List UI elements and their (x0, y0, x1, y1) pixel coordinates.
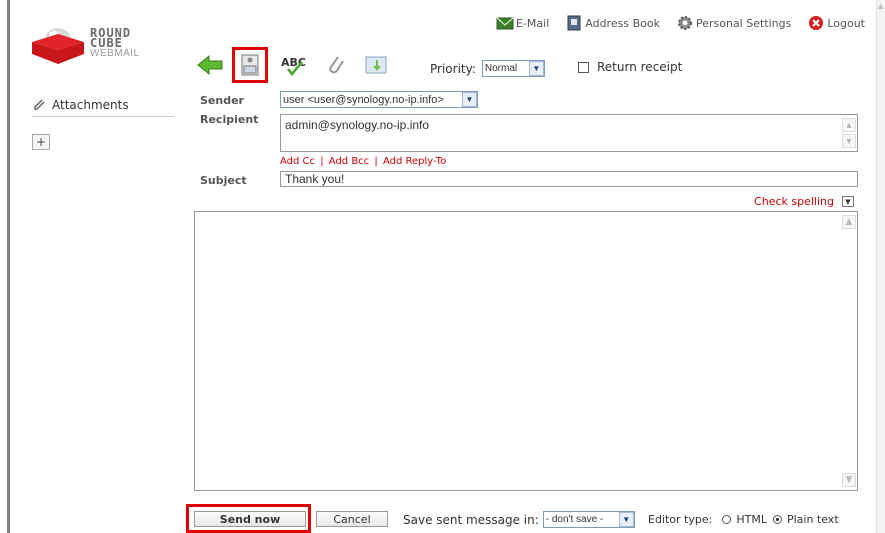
scroll-down-icon[interactable]: ▼ (842, 134, 856, 148)
return-receipt-control: Return receipt (578, 60, 682, 74)
editor-html-label: HTML (736, 513, 767, 526)
attachments-label: Attachments (52, 98, 129, 112)
editor-html-radio[interactable] (722, 515, 732, 524)
paperclip-icon (329, 56, 344, 74)
window-left-border (7, 0, 10, 533)
chevron-down-icon: ▼ (618, 512, 634, 527)
scroll-up-icon[interactable]: ▲ (842, 118, 856, 132)
cancel-button[interactable]: Cancel (316, 511, 388, 527)
subject-field[interactable]: Thank you! (280, 171, 858, 187)
nav-email-label: E-Mail (516, 16, 550, 30)
return-receipt-checkbox[interactable] (578, 61, 589, 73)
recipient-field[interactable]: admin@synology.no-ip.info ▲ ▼ (280, 114, 858, 152)
editor-plain-label: Plain text (786, 513, 839, 526)
add-attachment-button[interactable]: + (32, 134, 50, 150)
add-reply-to-link[interactable]: Add Reply-To (383, 156, 446, 167)
spellcheck-button[interactable]: ABC (275, 47, 311, 83)
subject-value: Thank you! (285, 172, 345, 186)
sender-value: user <user@synology.no-ip.info> (283, 93, 444, 106)
save-sent-control: Save sent message in: - don't save - ▼ (403, 511, 635, 528)
signature-icon (365, 56, 387, 74)
check-spelling-control: Check spelling ▼ (754, 195, 854, 208)
attachments-header: Attachments (32, 98, 174, 117)
editor-type-control: Editor type: HTML Plain text (648, 513, 839, 526)
save-sent-value: - don't save - (545, 514, 604, 525)
priority-control: Priority: Normal ▼ (430, 60, 545, 77)
paperclip-icon (34, 99, 45, 110)
nav-logout[interactable]: Logout (807, 15, 865, 31)
chevron-down-icon[interactable]: ▼ (842, 196, 854, 207)
save-sent-label: Save sent message in: (403, 512, 539, 527)
spellcheck-icon: ABC (281, 56, 306, 76)
back-button[interactable] (192, 47, 228, 83)
recipient-label: Recipient (200, 113, 259, 126)
nav-logout-label: Logout (827, 16, 865, 30)
nav-address-book-label: Address Book (585, 16, 660, 30)
editor-type-label: Editor type: (648, 513, 713, 526)
recipient-value: admin@synology.no-ip.info (285, 118, 430, 132)
link-separator: | (320, 156, 324, 167)
check-spelling-link[interactable]: Check spelling (754, 195, 834, 208)
sender-label: Sender (200, 94, 244, 107)
return-receipt-label: Return receipt (597, 60, 683, 74)
priority-label: Priority: (430, 61, 476, 76)
header-links: Add Cc | Add Bcc | Add Reply-To (280, 156, 446, 167)
attach-file-button[interactable] (317, 47, 353, 83)
link-separator: | (374, 156, 378, 167)
roundcube-cube-icon (32, 28, 84, 64)
insert-signature-button[interactable] (358, 47, 394, 83)
save-draft-icon (241, 54, 259, 76)
message-body-editor[interactable]: ▲ ▼ (194, 211, 858, 491)
scroll-down-icon[interactable]: ▼ (842, 473, 856, 487)
roundcube-logo: ROUND CUBE WEBMAIL (30, 16, 170, 66)
address-book-icon (567, 15, 581, 31)
editor-plain-radio[interactable] (772, 515, 782, 524)
scroll-up-icon[interactable]: ▲ (878, 2, 885, 10)
chevron-down-icon: ▼ (528, 61, 544, 76)
gear-icon (677, 16, 692, 30)
scroll-up-icon[interactable]: ▲ (842, 215, 856, 229)
add-cc-link[interactable]: Add Cc (280, 156, 315, 167)
priority-value: Normal (484, 63, 518, 74)
nav-address-book[interactable]: Address Book (565, 15, 660, 31)
back-arrow-icon (197, 54, 223, 76)
nav-personal-settings[interactable]: Personal Settings (676, 15, 791, 31)
nav-personal-settings-label: Personal Settings (695, 16, 792, 30)
save-draft-button[interactable] (232, 47, 268, 83)
add-bcc-link[interactable]: Add Bcc (329, 156, 369, 167)
nav-email[interactable]: E-Mail (496, 15, 549, 31)
top-navigation: E-Mail Address Book Personal Settings Lo… (480, 14, 865, 32)
email-icon (496, 17, 514, 30)
sender-select[interactable]: user <user@synology.no-ip.info> ▼ (280, 91, 478, 108)
logo-text-webmail: WEBMAIL (90, 48, 140, 59)
save-sent-select[interactable]: - don't save - ▼ (542, 511, 635, 528)
logo-text-cube: CUBE (90, 36, 123, 50)
send-now-button[interactable]: Send now (194, 511, 306, 527)
subject-label: Subject (200, 174, 247, 187)
logout-icon (809, 16, 824, 30)
priority-select[interactable]: Normal ▼ (481, 60, 545, 77)
page-scrollbar[interactable]: ▲ (876, 0, 885, 533)
chevron-down-icon: ▼ (462, 92, 477, 107)
